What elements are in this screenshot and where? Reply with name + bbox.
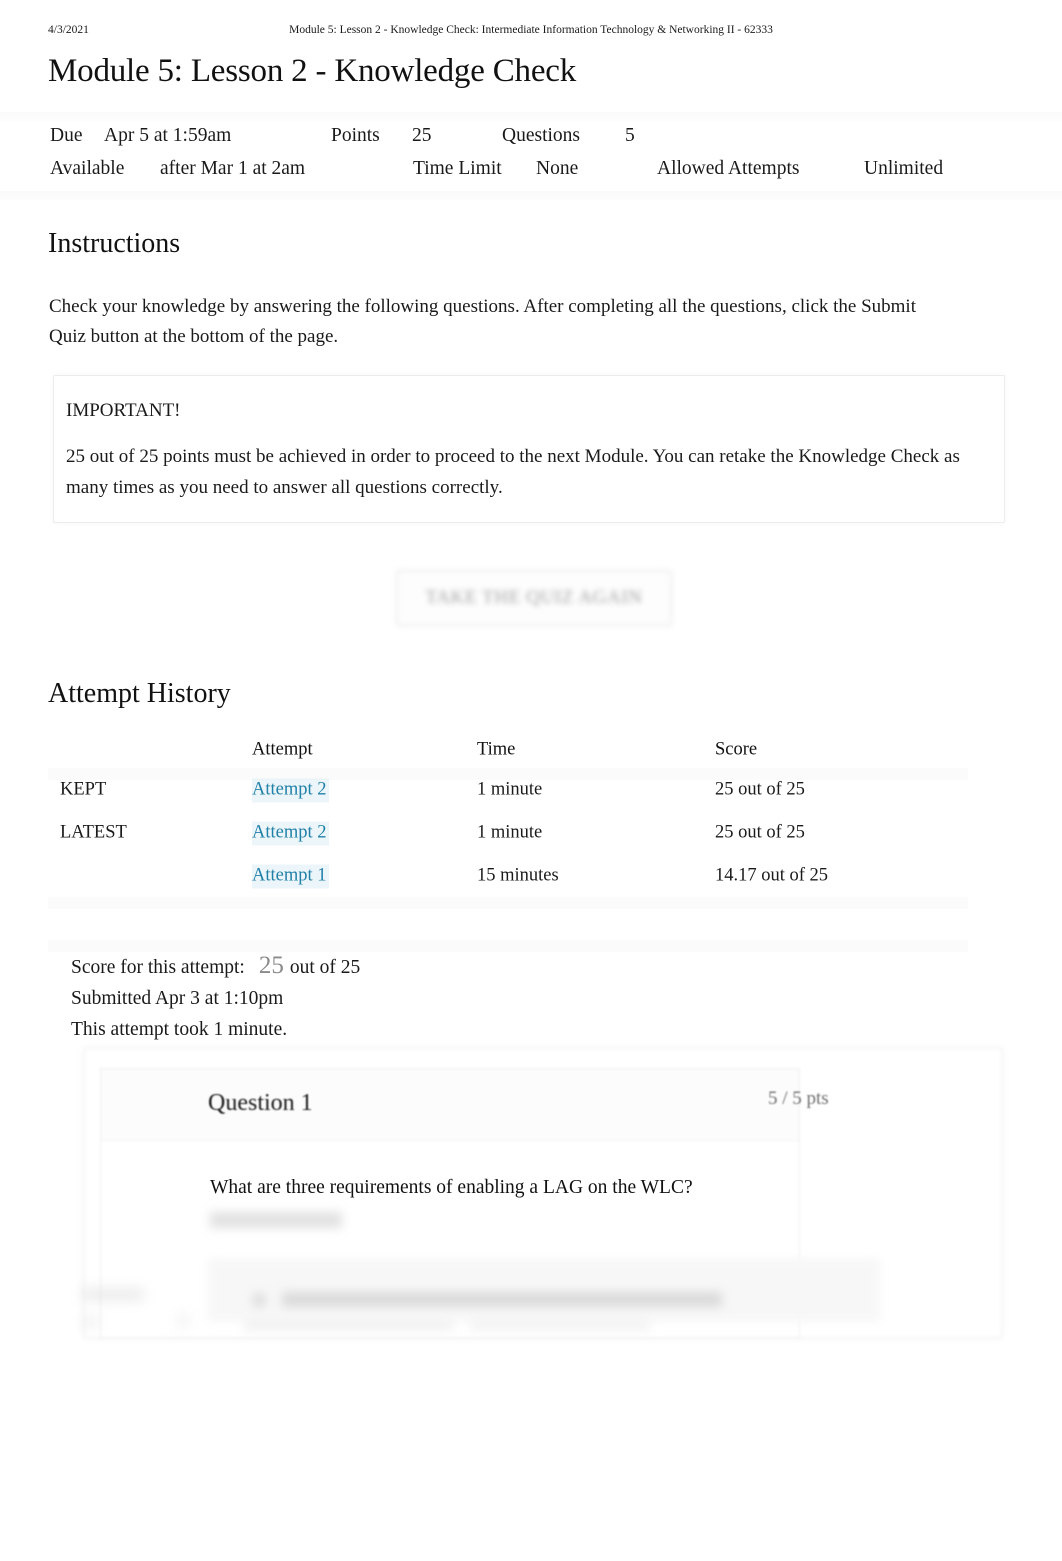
callout-title: IMPORTANT! <box>66 400 181 421</box>
print-document-title: Module 5: Lesson 2 - Knowledge Check: In… <box>289 24 773 36</box>
column-header-score: Score <box>715 739 758 760</box>
row-score: 25 out of 25 <box>715 822 805 842</box>
table-band <box>48 897 968 909</box>
redacted-tail-mark <box>470 1322 650 1330</box>
instructions-heading: Instructions <box>48 228 181 259</box>
redacted-sidebar-mark <box>178 1314 188 1327</box>
time-limit-value: None <box>536 158 579 179</box>
time-limit-label: Time Limit <box>413 158 502 179</box>
table-header-row: Attempt Time Score <box>48 732 968 768</box>
attempt-link-cell: Attempt 2 <box>252 778 329 802</box>
attempt-link[interactable]: Attempt 2 <box>252 821 329 845</box>
column-header-time: Time <box>477 739 516 760</box>
quiz-meta-block: Due Apr 5 at 1:59am Points 25 Questions … <box>0 112 1062 200</box>
submitted-line: Submitted Apr 3 at 1:10pm <box>71 988 284 1009</box>
row-status-label: LATEST <box>60 822 127 842</box>
allowed-attempts-label: Allowed Attempts <box>657 158 800 179</box>
column-header-attempt: Attempt <box>252 739 313 760</box>
meta-band-bottom <box>0 191 1062 200</box>
row-time: 15 minutes <box>477 865 559 885</box>
row-time: 1 minute <box>477 779 543 799</box>
questions-label: Questions <box>502 125 580 146</box>
callout-text: 25 out of 25 points must be achieved in … <box>66 446 960 498</box>
row-status-label: KEPT <box>60 779 107 799</box>
redacted-question-type <box>210 1212 342 1228</box>
row-time: 1 minute <box>477 822 543 842</box>
score-summary: Score for this attempt: 25 out of 25 Submi… <box>71 950 360 1045</box>
attempt-link[interactable]: Attempt 1 <box>252 864 329 888</box>
question-card-header <box>101 1069 799 1141</box>
take-quiz-again-button-wrapper: TAKE THE QUIZ AGAIN <box>396 570 672 626</box>
question-points: 5 / 5 pts <box>768 1088 829 1109</box>
redacted-tail-mark <box>244 1322 454 1330</box>
available-value: after Mar 1 at 2am <box>160 158 306 179</box>
table-row: Attempt 1 15 minutes 14.17 out of 25 <box>48 854 968 897</box>
redacted-sidebar-mark <box>84 1316 98 1328</box>
attempt-link-cell: Attempt 2 <box>252 821 329 845</box>
instructions-body: Check your knowledge by answering the fo… <box>49 296 916 347</box>
attempt-link[interactable]: Attempt 2 <box>252 778 329 802</box>
redacted-sidebar-mark <box>82 1288 144 1301</box>
score-for-attempt-line: Score for this attempt: 25 out of 25 <box>71 950 360 983</box>
question-text: What are three requirements of enabling … <box>210 1177 693 1198</box>
table-row: LATEST Attempt 2 1 minute 25 out of 25 <box>48 811 968 854</box>
due-label: Due <box>50 125 83 146</box>
score-value: 25 <box>258 952 284 979</box>
points-value: 25 <box>412 125 432 146</box>
attempt-duration-line: This attempt took 1 minute. <box>71 1019 288 1040</box>
attempt-link-cell: Attempt 1 <box>252 864 329 888</box>
due-value: Apr 5 at 1:59am <box>104 125 232 146</box>
question-title: Question 1 <box>208 1090 313 1116</box>
attempt-history-table: Attempt Time Score KEPT Attempt 2 1 minu… <box>48 732 968 952</box>
row-score: 25 out of 25 <box>715 779 805 799</box>
questions-value: 5 <box>625 125 635 146</box>
row-score: 14.17 out of 25 <box>715 865 829 885</box>
redacted-answer-box <box>208 1258 880 1322</box>
important-callout: IMPORTANT! 25 out of 25 points must be a… <box>53 375 1005 523</box>
score-out-of: out of 25 <box>289 957 361 978</box>
take-quiz-again-button[interactable]: TAKE THE QUIZ AGAIN <box>396 570 672 626</box>
page-title: Module 5: Lesson 2 - Knowledge Check <box>48 53 577 89</box>
attempt-history-heading: Attempt History <box>48 678 231 709</box>
points-label: Points <box>331 125 380 146</box>
meta-band-top <box>0 112 1062 121</box>
table-row: KEPT Attempt 2 1 minute 25 out of 25 <box>48 768 968 811</box>
redacted-answer-radio <box>252 1293 266 1307</box>
available-label: Available <box>50 158 125 179</box>
allowed-attempts-value: Unlimited <box>864 158 944 179</box>
score-label: Score for this attempt: <box>71 957 245 978</box>
redacted-answer-text <box>282 1292 722 1307</box>
print-header: 4/3/2021 Module 5: Lesson 2 - Knowledge … <box>0 24 1062 42</box>
